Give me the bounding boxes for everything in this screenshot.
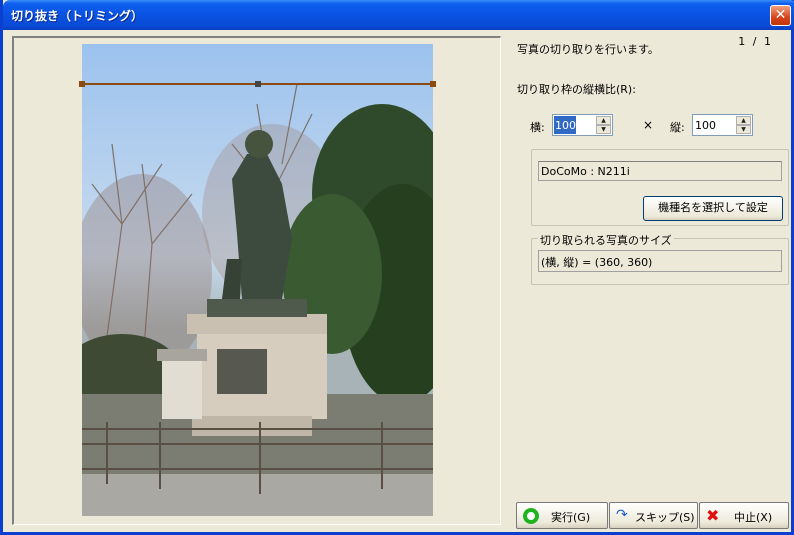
crop-handle-top-center[interactable] xyxy=(255,81,261,87)
green-circle-icon xyxy=(523,508,539,524)
red-x-icon: ✖ xyxy=(706,506,720,525)
aspect-ratio-label: 切り取り枠の縦横比(R): xyxy=(517,83,636,96)
multiply-sign: × xyxy=(643,118,654,132)
height-spinner[interactable]: ▲ ▼ xyxy=(692,114,753,136)
skip-button-label: スキップ(S) xyxy=(635,511,695,524)
crop-handle-top-left[interactable] xyxy=(79,81,85,87)
description-text: 写真の切り取りを行います。 xyxy=(517,43,659,56)
run-button[interactable]: 実行(G) xyxy=(516,502,608,529)
select-device-button[interactable]: 機種名を選択して設定 xyxy=(643,196,783,221)
stop-button[interactable]: ✖ 中止(X) xyxy=(699,502,789,529)
width-label: 横: xyxy=(530,121,545,134)
crop-size-group-title: 切り取られる写真のサイズ xyxy=(538,232,674,248)
close-button[interactable]: ✕ xyxy=(770,5,791,26)
height-decrement-button[interactable]: ▼ xyxy=(736,125,751,134)
width-decrement-button[interactable]: ▼ xyxy=(596,125,611,134)
crop-handle-top-right[interactable] xyxy=(430,81,436,87)
height-label: 縦: xyxy=(670,121,685,134)
height-increment-button[interactable]: ▲ xyxy=(736,116,751,125)
photo-preview[interactable] xyxy=(82,44,433,516)
run-button-label: 実行(G) xyxy=(551,511,591,524)
skip-arrow-icon: ↷ xyxy=(616,507,628,523)
dialog-window: 切り抜き（トリミング） ✕ 1 / 1 写真の切り取りを行います。 切り取り枠の… xyxy=(0,0,794,535)
width-spinner[interactable]: ▲ ▼ xyxy=(552,114,613,136)
close-icon: ✕ xyxy=(774,7,787,23)
width-input[interactable] xyxy=(554,116,576,134)
width-increment-button[interactable]: ▲ xyxy=(596,116,611,125)
statue-photo-image xyxy=(82,44,433,516)
device-name-field: DoCoMo : N211i xyxy=(538,161,782,181)
stop-button-label: 中止(X) xyxy=(734,511,773,524)
window-title: 切り抜き（トリミング） xyxy=(11,9,144,23)
height-input[interactable] xyxy=(694,116,734,134)
skip-button[interactable]: ↷ スキップ(S) xyxy=(609,502,698,529)
crop-size-value: (横, 縦) = (360, 360) xyxy=(538,250,782,272)
title-bar[interactable]: 切り抜き（トリミング） ✕ xyxy=(3,0,794,30)
page-counter: 1 / 1 xyxy=(738,35,773,48)
